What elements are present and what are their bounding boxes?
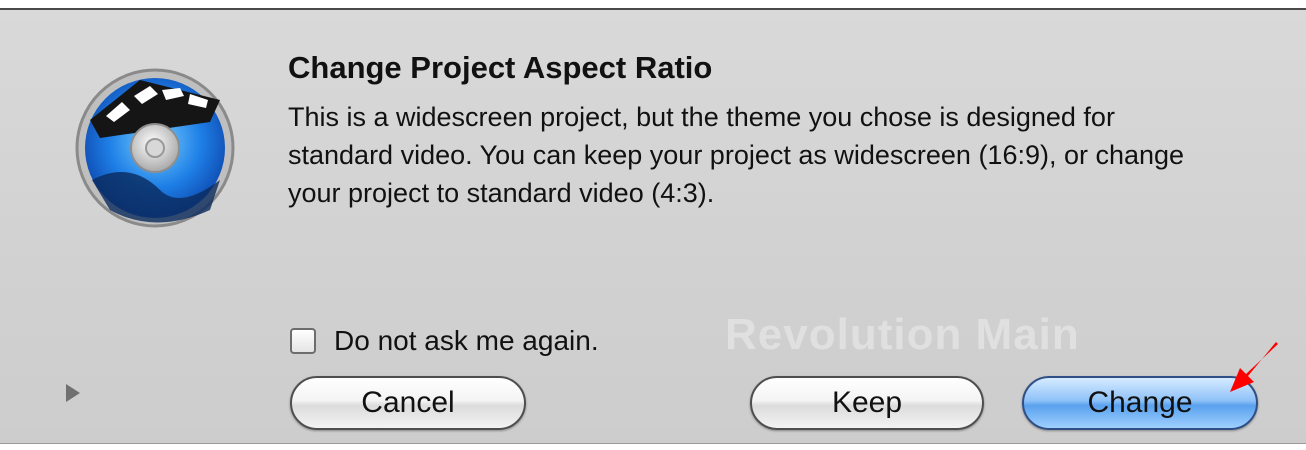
do-not-ask-label[interactable]: Do not ask me again. (334, 325, 599, 357)
dialog-title: Change Project Aspect Ratio (288, 50, 713, 85)
dialog-message: This is a widescreen project, but the th… (288, 102, 1185, 208)
do-not-ask-checkbox[interactable] (290, 328, 316, 354)
background-ghost-text: Revolution Main (725, 310, 1080, 359)
keep-button[interactable]: Keep (750, 376, 984, 430)
do-not-ask-checkbox-row[interactable]: Do not ask me again. (290, 325, 599, 357)
disclosure-triangle-icon[interactable] (66, 384, 80, 402)
cancel-button[interactable]: Cancel (290, 376, 526, 430)
dialog: Revolution Main Change Project Aspect Ra… (0, 8, 1306, 444)
change-button[interactable]: Change (1022, 376, 1258, 430)
red-arrow-icon (1230, 342, 1278, 392)
idvd-disc-icon (75, 68, 235, 228)
